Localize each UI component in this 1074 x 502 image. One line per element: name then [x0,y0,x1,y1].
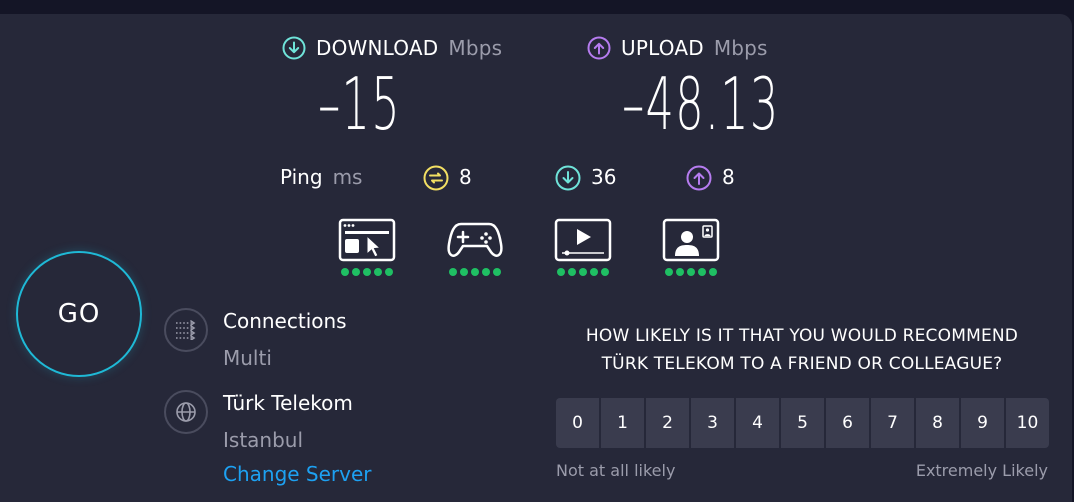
go-button-label: GO [57,299,101,329]
download-header: DOWNLOAD Mbps [282,36,502,60]
rating-dot [385,268,393,276]
ping-label: Ping [280,165,323,189]
question-line-2: TÜRK TELEKOM TO A FRIEND OR COLLEAGUE? [601,354,1003,374]
score-button-6[interactable]: 6 [826,398,869,448]
ping-idle-value: 8 [459,165,472,189]
connections-title: Connections [223,309,347,333]
ping-download-value: 36 [591,165,617,189]
browsing-rating [338,268,396,276]
video-chat-experience[interactable] [662,218,720,276]
score-button-7[interactable]: 7 [871,398,914,448]
video-chat-icon [662,218,720,262]
rating-dot [557,268,565,276]
gaming-rating [446,268,504,276]
ping-upload-value: 8 [722,165,735,189]
idle-latency-icon [423,165,449,191]
rating-dot [601,268,609,276]
browsing-experience[interactable] [338,218,396,276]
change-server-link[interactable]: Change Server [223,462,372,486]
upload-label: UPLOAD [621,36,704,60]
rating-dot [363,268,371,276]
rating-dot [568,268,576,276]
gaming-experience[interactable] [446,218,504,276]
question-line-1: HOW LIKELY IS IT THAT YOU WOULD RECOMMEN… [585,326,1019,346]
upload-header: UPLOAD Mbps [587,36,768,60]
score-button-1[interactable]: 1 [601,398,644,448]
score-button-5[interactable]: 5 [781,398,824,448]
download-label: DOWNLOAD [316,36,439,60]
rating-dot [449,268,457,276]
rating-dot [471,268,479,276]
video-streaming-icon [554,218,612,262]
rating-dot [460,268,468,276]
rating-dot [676,268,684,276]
upload-value: –48.13 [622,62,780,146]
connections-icon [164,308,208,352]
rating-dot [579,268,587,276]
game-controller-icon [447,222,503,257]
upload-unit: Mbps [713,36,768,60]
ping-upload: 8 [686,165,735,191]
download-unit: Mbps [448,36,503,60]
score-button-0[interactable]: 0 [556,398,599,448]
rating-dot [709,268,717,276]
rating-dot [493,268,501,276]
score-button-3[interactable]: 3 [691,398,734,448]
download-arrow-icon [282,36,306,60]
ping-label-group: Ping ms [280,165,362,189]
rating-dot [687,268,695,276]
globe-icon [164,390,208,434]
ping-download: 36 [555,165,617,191]
scale-high-label: Extremely Likely [915,461,1048,480]
web-browsing-icon [338,218,396,262]
rating-dot [698,268,706,276]
rating-dot [374,268,382,276]
scale-low-label: Not at all likely [556,461,676,480]
score-button-2[interactable]: 2 [646,398,689,448]
download-value: –15 [318,62,401,146]
rating-dot [590,268,598,276]
video-chat-rating [662,268,720,276]
upload-arrow-icon [587,36,611,60]
streaming-rating [554,268,612,276]
go-button[interactable]: GO [16,251,142,377]
connections-mode: Multi [223,346,272,370]
score-button-10[interactable]: 10 [1006,398,1049,448]
recommend-scale: 0 1 2 3 4 5 6 7 8 9 10 [556,398,1049,448]
server-location: Istanbul [223,428,304,452]
rating-dot [341,268,349,276]
recommend-question: HOW LIKELY IS IT THAT YOU WOULD RECOMMEN… [556,322,1048,378]
ping-idle: 8 [423,165,472,191]
upload-latency-icon [686,165,712,191]
rating-dot [665,268,673,276]
rating-dot [482,268,490,276]
score-button-8[interactable]: 8 [916,398,959,448]
ping-unit: ms [332,165,363,189]
server-provider: Türk Telekom [223,391,353,415]
streaming-experience[interactable] [554,218,612,276]
rating-dot [352,268,360,276]
score-button-4[interactable]: 4 [736,398,779,448]
score-button-9[interactable]: 9 [961,398,1004,448]
download-latency-icon [555,165,581,191]
